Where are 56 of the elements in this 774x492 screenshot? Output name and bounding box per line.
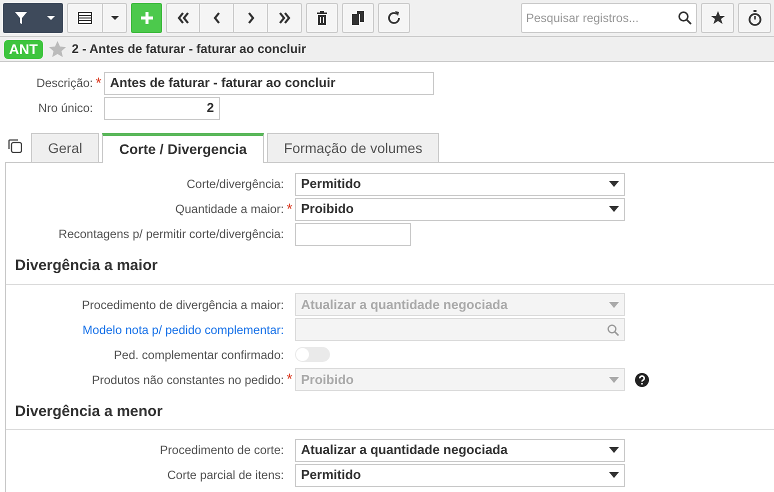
field-label: Quantidade a maior:	[175, 201, 284, 218]
double-left-icon	[176, 11, 190, 25]
input-field[interactable]: Antes de faturar - faturar ao concluir	[104, 72, 434, 94]
dropdown-field[interactable]: Proibido	[295, 198, 625, 220]
tab[interactable]: Formação de volumes	[266, 133, 440, 162]
record-badge: ANT	[4, 40, 43, 58]
grid-icon	[78, 12, 92, 24]
refresh-icon	[387, 11, 401, 25]
field-label: Descrição:	[36, 75, 93, 92]
search-icon	[607, 324, 619, 336]
stopwatch-icon	[748, 10, 762, 26]
star-icon[interactable]	[48, 41, 66, 57]
input-field[interactable]: 2	[104, 96, 220, 120]
dropdown-field[interactable]: Permitido	[295, 172, 625, 196]
dropdown-field[interactable]: Permitido	[295, 464, 625, 486]
dropdown-field[interactable]: Atualizar a quantidade negociada	[295, 438, 625, 462]
first-button[interactable]	[166, 3, 200, 33]
copy-icon	[8, 139, 22, 153]
grid-view-button[interactable]	[67, 3, 103, 33]
field-label: Nro único:	[38, 100, 93, 117]
field-label: Recontagens p/ permitir corte/divergência:	[58, 226, 284, 243]
copy-icon	[351, 11, 365, 25]
timer-button[interactable]	[738, 3, 771, 33]
field-label: Corte/divergência:	[186, 176, 284, 193]
refresh-button[interactable]	[378, 3, 410, 33]
required-mark: *	[286, 372, 294, 387]
last-button[interactable]	[268, 3, 302, 33]
required-mark: *	[286, 202, 294, 216]
section-heading: Divergência a menor	[6, 392, 774, 430]
caret-icon	[46, 15, 56, 21]
field-label: Produtos não constantes no pedido:	[92, 372, 284, 388]
required-mark: *	[94, 76, 102, 90]
field-label: Ped. complementar confirmado:	[114, 346, 284, 364]
tab[interactable]: Geral	[31, 133, 100, 162]
caret-icon	[110, 15, 120, 21]
delete-button[interactable]	[306, 3, 338, 33]
plus-icon	[140, 11, 154, 25]
filter-icon	[14, 11, 28, 25]
field-label: Procedimento de divergência a maior:	[82, 296, 284, 314]
record-title: 2 - Antes de faturar - faturar ao concluir	[72, 40, 306, 58]
star-icon	[710, 11, 724, 25]
double-right-icon	[278, 11, 292, 25]
duplicate-button[interactable]	[342, 3, 374, 33]
trash-icon	[316, 11, 328, 25]
input-field[interactable]	[295, 222, 411, 246]
dropdown-button[interactable]	[39, 3, 63, 33]
filter-button[interactable]	[3, 3, 39, 33]
search-field[interactable]: Pesquisar registros...	[521, 3, 697, 33]
tab[interactable]: Corte / Divergencia	[102, 133, 264, 163]
search-icon	[678, 11, 692, 25]
next-button[interactable]	[234, 3, 268, 33]
previous-button[interactable]	[200, 3, 234, 33]
field-label: Corte parcial de itens:	[167, 467, 284, 484]
field-label: Procedimento de corte:	[160, 442, 284, 459]
favorites-button[interactable]	[701, 3, 734, 33]
section-heading: Divergência a maior	[6, 247, 774, 284]
